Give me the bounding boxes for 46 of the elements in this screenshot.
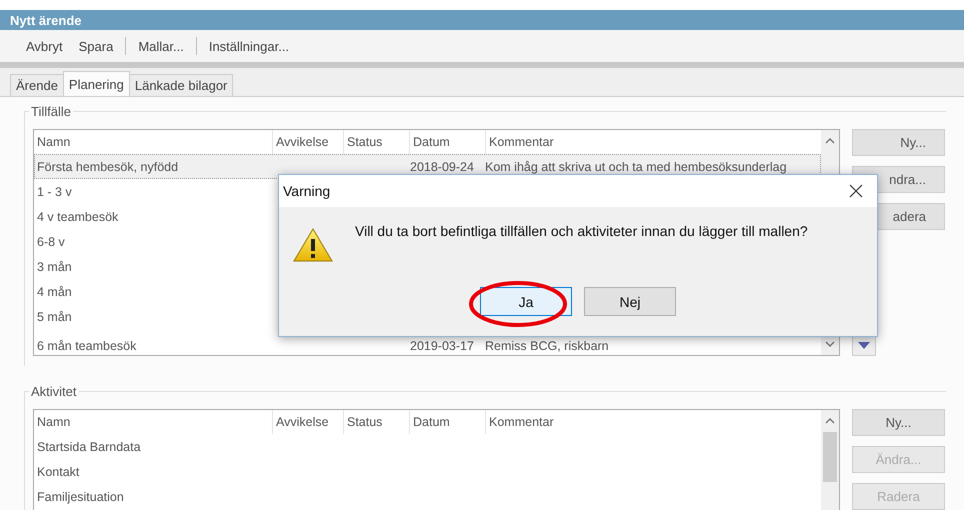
tab[interactable]: Planering <box>62 71 130 96</box>
table-cell: Remiss BCG, riskbarn <box>485 339 609 353</box>
scrollbar[interactable] <box>821 410 839 510</box>
warning-icon <box>293 228 333 262</box>
table-cell-text: Familjesituation <box>36 490 125 504</box>
column-header[interactable]: Status <box>344 410 410 434</box>
group-label: Tillfälle <box>29 104 73 119</box>
side-button[interactable]: Ny... <box>852 409 945 436</box>
table-cell-text: 4 v teambesök <box>36 210 120 224</box>
list-row[interactable]: Startsida Barndata <box>34 434 821 459</box>
table-cell-text: 6 mån teambesök <box>36 339 138 353</box>
column-header[interactable]: Kommentar <box>486 130 821 154</box>
window-title: Nytt ärende <box>10 12 82 28</box>
table-cell-text: Kontakt <box>36 464 80 478</box>
group-label: Aktivitet <box>29 384 79 399</box>
dialog-title: Varning <box>283 183 330 199</box>
scroll-thumb[interactable] <box>823 432 837 482</box>
move-down-button[interactable] <box>852 336 876 356</box>
table-cell: 2019-03-17 <box>410 339 474 353</box>
scroll-up-icon[interactable] <box>825 138 835 144</box>
table-cell-text: 5 mån <box>36 310 73 324</box>
tab[interactable]: Ärende <box>10 74 64 96</box>
scroll-down-icon[interactable] <box>825 341 835 347</box>
toolbar-button[interactable]: Spara <box>70 36 122 56</box>
table-cell-text: Startsida Barndata <box>36 440 142 454</box>
dialog-button[interactable]: Ja <box>480 287 572 316</box>
column-header[interactable]: Avvikelse <box>273 410 344 434</box>
list-row[interactable]: Kontakt <box>34 459 821 484</box>
list-row[interactable]: Familjesituation <box>34 484 821 509</box>
close-icon[interactable] <box>849 184 863 198</box>
table-cell: Kom ihåg att skriva ut och ta med hembesöksunderlag <box>485 160 787 174</box>
table-cell-text: Första hembesök, nyfödd <box>36 160 180 174</box>
toolbar-button[interactable]: Inställningar... <box>200 36 298 56</box>
column-header[interactable]: Kommentar <box>486 410 821 434</box>
column-header[interactable]: Namn <box>34 410 273 434</box>
dialog-button[interactable]: Nej <box>584 287 676 316</box>
side-button[interactable]: Ny... <box>852 129 945 156</box>
table-cell: 2018-09-24 <box>410 160 474 174</box>
toolbar-button[interactable]: Avbryt <box>18 36 71 56</box>
down-triangle-icon <box>858 342 870 350</box>
table-cell-text: 3 mån <box>36 260 73 274</box>
column-header[interactable]: Datum <box>410 410 486 434</box>
toolbar-button[interactable]: Mallar... <box>130 36 192 56</box>
scroll-up-icon[interactable] <box>825 418 835 424</box>
dialog-message: Vill du ta bort befintliga tillfällen och aktiviteter innan du lägger till mallen? <box>355 223 808 239</box>
tab[interactable]: Länkade bilagor <box>128 74 234 96</box>
